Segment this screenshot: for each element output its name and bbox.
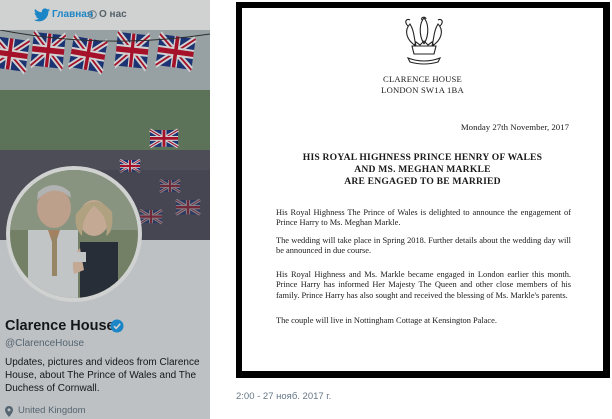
announcement-title-line1: HIS ROYAL HIGHNESS PRINCE HENRY OF WALES	[302, 152, 543, 163]
announcement-title-line2: AND MS. MEGHAN MARKLE	[354, 164, 491, 175]
avatar[interactable]	[10, 170, 138, 298]
profile-name[interactable]: Clarence House	[5, 318, 115, 334]
prince-of-wales-feathers-emblem	[405, 16, 443, 65]
profile-bio: Updates, pictures and videos from Claren…	[5, 357, 200, 394]
location-pin-icon	[5, 406, 13, 417]
profile-handle[interactable]: @ClarenceHouse	[5, 338, 84, 349]
letter-paragraph: His Royal Highness The Prince of Wales i…	[276, 208, 571, 228]
verified-badge-icon	[110, 319, 124, 333]
profile-location: United Kingdom	[18, 405, 86, 416]
letter-header-line2: LONDON SW1A 1BA	[381, 85, 464, 95]
letter-paragraph: The wedding will take place in Spring 20…	[276, 236, 571, 256]
letter-paragraph: The couple will live in Nottingham Cotta…	[276, 316, 497, 325]
letter-paragraph: His Royal Highness and Ms. Markle became…	[276, 270, 571, 300]
nav-home-link[interactable]: Главная	[52, 9, 93, 20]
twitter-bird-icon[interactable]	[34, 8, 50, 22]
tweet-timestamp[interactable]: 2:00 - 27 нояб. 2017 г.	[236, 391, 331, 402]
nav-about-link[interactable]: О нас	[99, 9, 127, 20]
announcement-title-line3: ARE ENGAGED TO BE MARRIED	[344, 176, 501, 187]
letter-header-line1: CLARENCE HOUSE	[383, 74, 462, 84]
info-icon	[88, 10, 97, 19]
profile-column: Главная О нас Clarence House @ClarenceHo…	[0, 0, 210, 419]
letter-date: Monday 27th November, 2017	[460, 122, 569, 132]
announcement-letter: CLARENCE HOUSE LONDON SW1A 1BA Monday 27…	[242, 8, 603, 371]
top-navigation: Главная О нас	[0, 0, 210, 30]
